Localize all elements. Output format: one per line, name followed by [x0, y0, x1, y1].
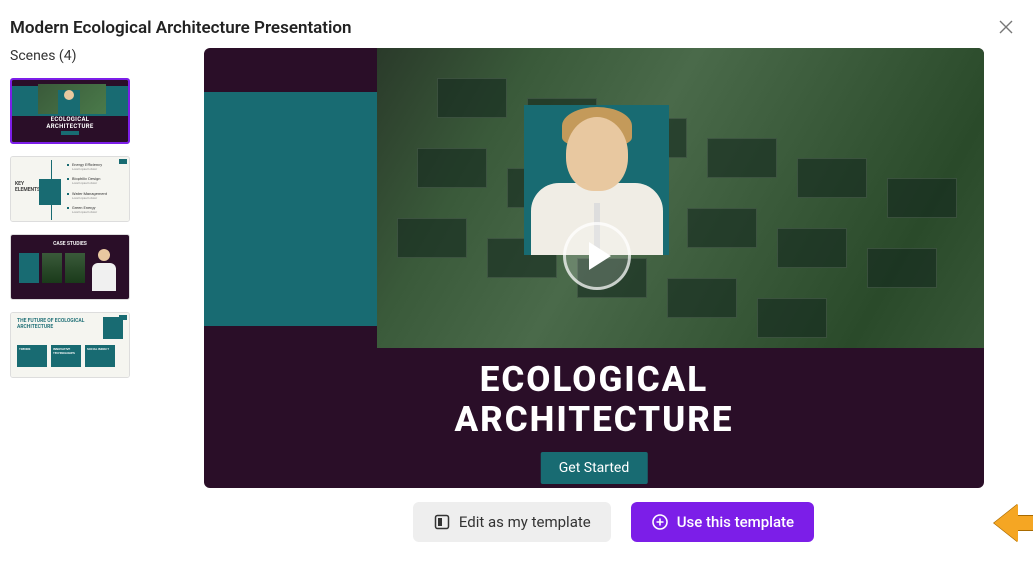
scene-thumb-2[interactable]: KEY ELEMENTS Energy EfficiencyLorem ipsu… [10, 156, 130, 222]
close-button[interactable] [997, 18, 1015, 40]
building-image [377, 48, 984, 348]
close-icon [997, 18, 1015, 36]
edit-as-template-button[interactable]: Edit as my template [413, 502, 611, 542]
plus-circle-icon [651, 513, 669, 531]
preview-cta-button: Get Started [541, 452, 648, 484]
page-title: Modern Ecological Architecture Presentat… [10, 18, 1023, 38]
scene-thumb-4[interactable]: THE FUTURE OF ECOLOGICAL ARCHITECTURE TR… [10, 312, 130, 378]
edit-button-label: Edit as my template [459, 513, 591, 531]
play-button[interactable] [563, 222, 631, 290]
scene-thumb-3[interactable]: CASE STUDIES [10, 234, 130, 300]
scene-thumb-1[interactable]: ECOLOGICALARCHITECTURE [10, 78, 130, 144]
play-icon [589, 242, 611, 270]
use-this-template-button[interactable]: Use this template [631, 502, 814, 542]
scenes-sidebar: Scenes (4) ECOLOGICALARCHITECTURE KEY EL… [10, 48, 130, 542]
template-preview: ECOLOGICALARCHITECTURE Get Started Let's… [204, 48, 984, 488]
template-icon [433, 513, 451, 531]
scenes-count-label: Scenes (4) [10, 48, 130, 64]
preview-heading: ECOLOGICALARCHITECTURE [204, 360, 984, 441]
callout-arrow [994, 506, 1033, 536]
use-button-label: Use this template [677, 513, 794, 531]
